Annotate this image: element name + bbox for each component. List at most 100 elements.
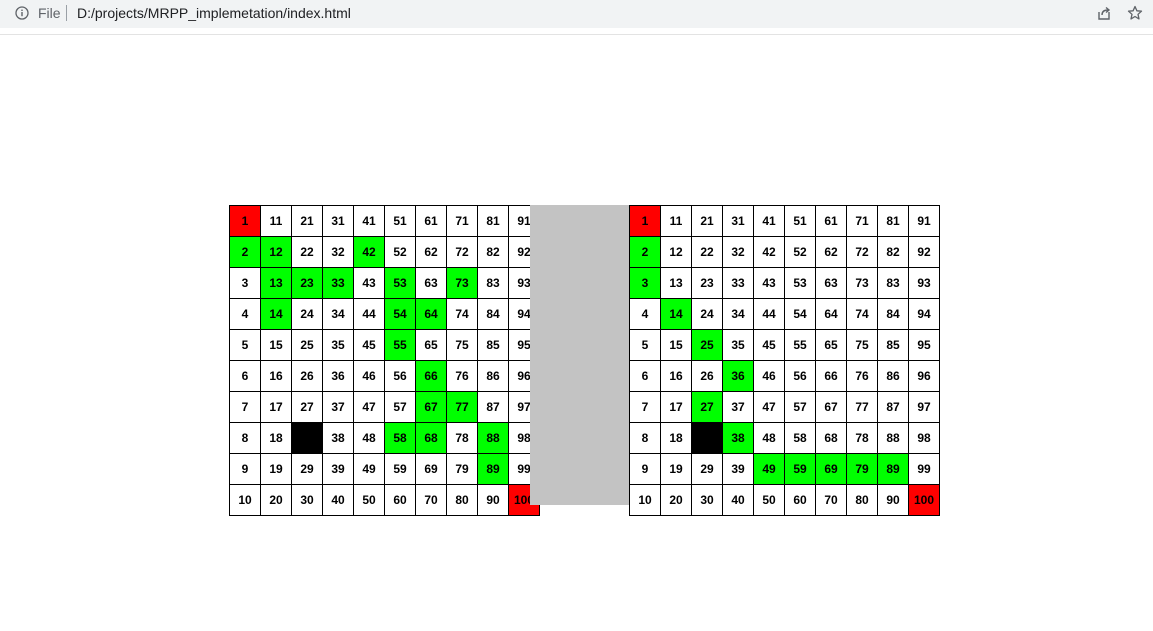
grid-cell: 90 <box>477 484 509 516</box>
obstacle-cell <box>691 422 723 454</box>
grid-row: 6 16 26 36 46 56 66 76 86 96 <box>229 360 540 392</box>
grid-cell: 23 <box>691 267 723 299</box>
grid-cell: 44 <box>353 298 385 330</box>
grid-cell: 7 <box>629 391 661 423</box>
grid-cell: 12 <box>660 236 692 268</box>
grid-row: 9 19 29 39 49 59 69 79 89 99 <box>629 453 940 485</box>
info-circle-icon[interactable] <box>15 6 29 20</box>
grid-cell: 79 <box>446 453 478 485</box>
grid-cell: 11 <box>260 205 292 237</box>
grid-cell: 85 <box>477 329 509 361</box>
grid-cell: 84 <box>877 298 909 330</box>
grid-cell: 35 <box>722 329 754 361</box>
path-cell: 27 <box>691 391 723 423</box>
grid-row: 9 19 29 39 49 59 69 79 89 99 <box>229 453 540 485</box>
grid-cell: 15 <box>660 329 692 361</box>
grid-cell: 6 <box>629 360 661 392</box>
grid-cell: 36 <box>322 360 354 392</box>
grid-cell: 74 <box>846 298 878 330</box>
path-cell: 89 <box>877 453 909 485</box>
grid-cell: 87 <box>477 391 509 423</box>
address-separator <box>66 5 67 21</box>
path-cell: 42 <box>353 236 385 268</box>
path-cell: 68 <box>415 422 447 454</box>
path-cell: 58 <box>384 422 416 454</box>
grid-cell: 64 <box>815 298 847 330</box>
grid-cell: 37 <box>722 391 754 423</box>
grid-cell: 51 <box>784 205 816 237</box>
path-cell: 14 <box>260 298 292 330</box>
path-cell: 89 <box>477 453 509 485</box>
grid-cell: 78 <box>446 422 478 454</box>
grid-cell: 80 <box>846 484 878 516</box>
grid-cell: 73 <box>846 267 878 299</box>
path-cell: 49 <box>753 453 785 485</box>
grid-cell: 39 <box>322 453 354 485</box>
grid-cell: 60 <box>784 484 816 516</box>
star-icon[interactable] <box>1127 5 1143 21</box>
grid-cell: 70 <box>415 484 447 516</box>
grid-row: 6 16 26 36 46 56 66 76 86 96 <box>629 360 940 392</box>
grid-cell: 50 <box>353 484 385 516</box>
grid-cell: 83 <box>477 267 509 299</box>
grid-cell: 22 <box>691 236 723 268</box>
grid-cell: 95 <box>908 329 940 361</box>
grid-cell: 72 <box>846 236 878 268</box>
grid-cell: 39 <box>722 453 754 485</box>
grid-row: 5 15 25 35 45 55 65 75 85 95 <box>229 329 540 361</box>
share-icon[interactable] <box>1096 5 1112 21</box>
grid-cell: 34 <box>322 298 354 330</box>
grid-cell: 22 <box>291 236 323 268</box>
grid-cell: 5 <box>229 329 261 361</box>
grid-cell: 52 <box>384 236 416 268</box>
url-text[interactable]: D:/projects/MRPP_implemetation/index.htm… <box>77 5 351 21</box>
grid-row: 10 20 30 40 50 60 70 80 90 100 <box>629 484 940 516</box>
grid-cell: 99 <box>908 453 940 485</box>
grid-cell: 54 <box>784 298 816 330</box>
grid-cell: 82 <box>877 236 909 268</box>
grid-cell: 26 <box>691 360 723 392</box>
grid-cell: 7 <box>229 391 261 423</box>
grid-row: 4 14 24 34 44 54 64 74 84 94 <box>629 298 940 330</box>
grid-cell: 94 <box>908 298 940 330</box>
grid-cell: 70 <box>815 484 847 516</box>
grid-row: 2 12 22 32 42 52 62 72 82 92 <box>229 236 540 268</box>
grid-cell: 21 <box>691 205 723 237</box>
path-cell: 64 <box>415 298 447 330</box>
grid-cell: 56 <box>784 360 816 392</box>
grid-cell: 98 <box>908 422 940 454</box>
grid-right: 1 11 21 31 41 51 61 71 81 91 2 12 22 32 42 52 62 72 82 92 3 1… <box>629 205 940 516</box>
grid-cell: 16 <box>660 360 692 392</box>
grid-cell: 83 <box>877 267 909 299</box>
path-cell: 36 <box>722 360 754 392</box>
grid-cell: 8 <box>629 422 661 454</box>
path-cell: 59 <box>784 453 816 485</box>
grid-cell: 96 <box>908 360 940 392</box>
grid-cell: 87 <box>877 391 909 423</box>
grid-cell: 88 <box>877 422 909 454</box>
grid-cell: 38 <box>322 422 354 454</box>
path-cell: 77 <box>446 391 478 423</box>
grid-cell: 44 <box>753 298 785 330</box>
grid-cell: 16 <box>260 360 292 392</box>
grid-cell: 75 <box>446 329 478 361</box>
grid-row: 5 15 25 35 45 55 65 75 85 95 <box>629 329 940 361</box>
grid-cell: 49 <box>353 453 385 485</box>
grid-cell: 24 <box>291 298 323 330</box>
grid-divider <box>530 205 629 505</box>
grid-cell: 20 <box>260 484 292 516</box>
endpoint-cell: 1 <box>629 205 661 237</box>
grid-cell: 20 <box>660 484 692 516</box>
grid-cell: 81 <box>877 205 909 237</box>
grid-row: 8 18 38 48 58 68 78 88 98 <box>629 422 940 454</box>
grid-row: 7 17 27 37 47 57 67 77 87 97 <box>229 391 540 423</box>
grid-cell: 11 <box>660 205 692 237</box>
grid-cell: 32 <box>722 236 754 268</box>
grid-cell: 31 <box>322 205 354 237</box>
grid-cell: 17 <box>260 391 292 423</box>
grid-row: 1 11 21 31 41 51 61 71 81 91 <box>229 205 540 237</box>
grid-cell: 85 <box>877 329 909 361</box>
endpoint-cell: 100 <box>908 484 940 516</box>
grid-cell: 48 <box>753 422 785 454</box>
path-cell: 33 <box>322 267 354 299</box>
